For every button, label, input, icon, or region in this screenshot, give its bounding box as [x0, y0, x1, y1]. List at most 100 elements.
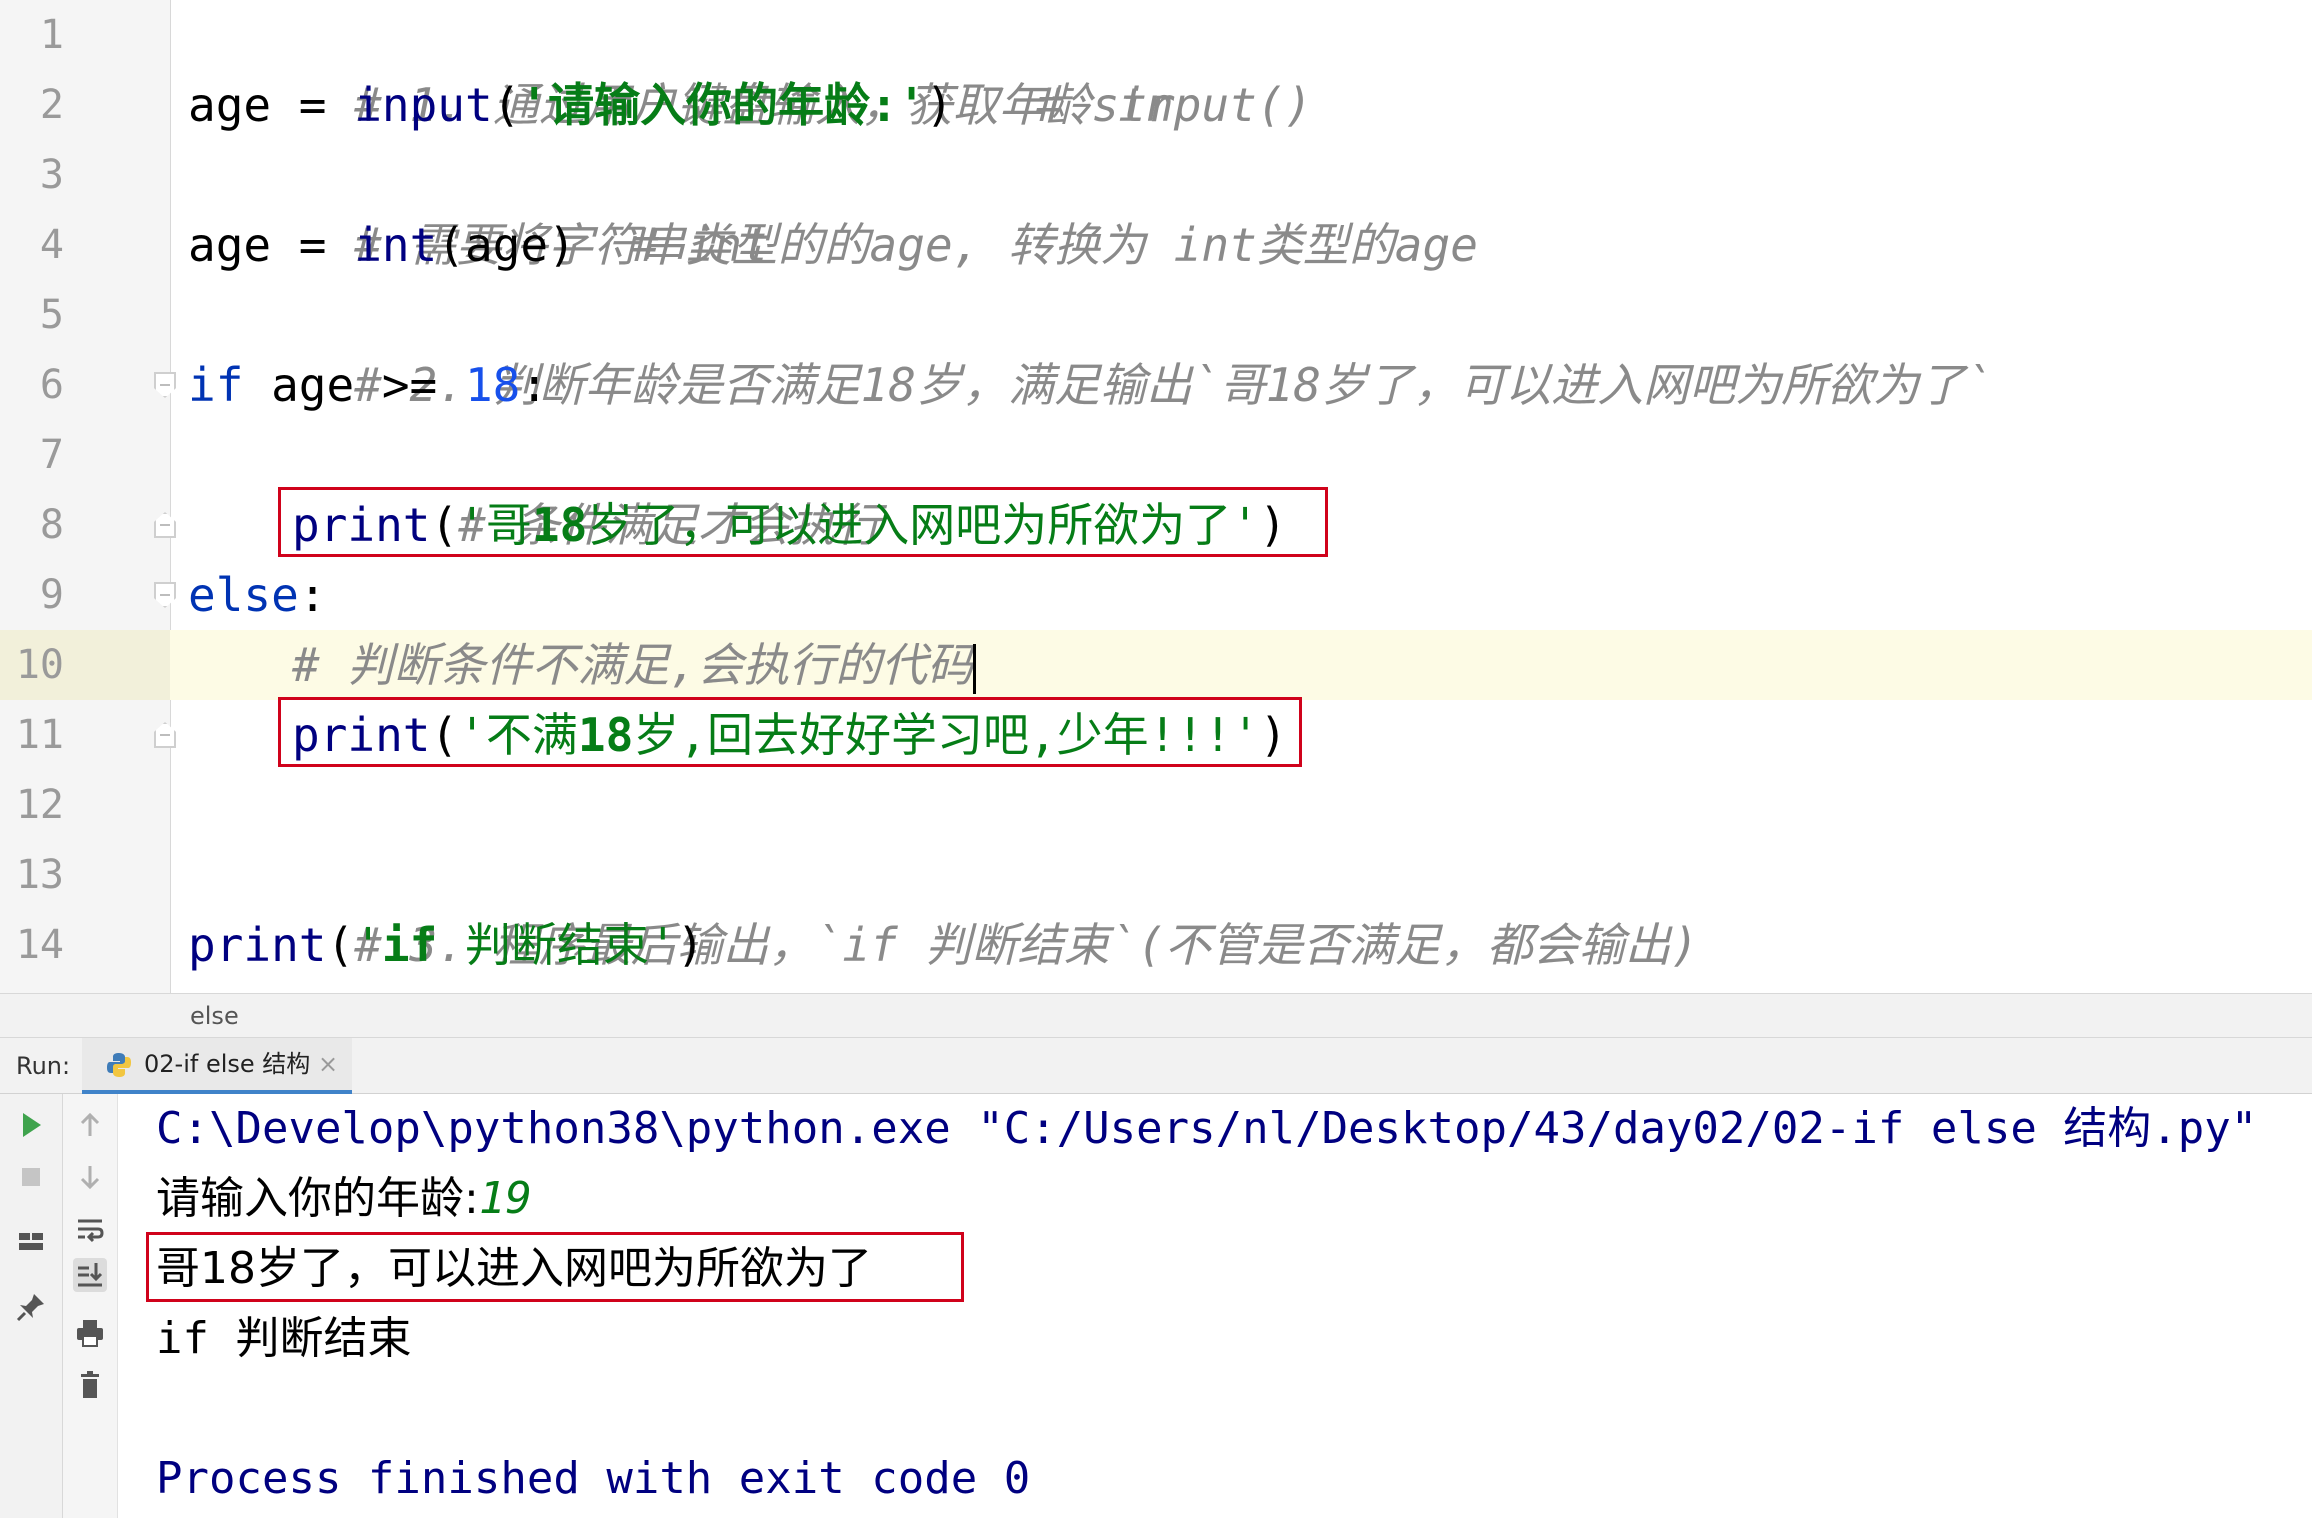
line-number: 9 [39, 572, 64, 618]
builtin-function: input [354, 78, 493, 132]
line-number: 7 [39, 432, 64, 478]
keyword: if [188, 358, 244, 412]
run-tool-window-header: Run: 02-if else 结构 × [0, 1038, 2312, 1094]
stop-icon[interactable] [14, 1160, 48, 1194]
code-line-12[interactable]: 12 [0, 770, 2312, 840]
line-number-cell: 12 [0, 770, 170, 840]
code-line-3[interactable]: 3 # 需要将字符串类型的的age, 转换为 int类型的age [0, 140, 2312, 272]
string-literal: 判断结束' [437, 918, 677, 972]
comment: # 判断条件不满足,会执行的代码 [292, 638, 974, 692]
code-line-5[interactable]: 5 # 2. 判断年龄是否满足18岁，满足输出`哥18岁了，可以进入网吧为所欲为… [0, 280, 2312, 412]
line-number: 6 [39, 362, 64, 408]
line-number: 13 [15, 852, 64, 898]
colon: : [298, 568, 327, 622]
code-text: # 2. 判断年龄是否满足18岁，满足输出`哥18岁了，可以进入网吧为所欲为了` [188, 280, 1993, 412]
line-number: 10 [15, 642, 64, 688]
line-number-cell: 3 [0, 140, 170, 210]
highlight-box-print-adult [278, 487, 1328, 557]
builtin-function: print [188, 918, 327, 972]
paren-close: ) [925, 78, 954, 132]
line-number: 5 [39, 292, 64, 338]
print-icon[interactable] [73, 1316, 107, 1350]
line-number: 14 [15, 922, 64, 968]
code-text: age = input('请输入你的年龄:') # str [188, 70, 1175, 140]
code-line-10[interactable]: 10 # 判断条件不满足,会执行的代码 [0, 630, 2312, 700]
fold-toggle-icon[interactable] [154, 582, 176, 608]
run-tab-label: 02-if else 结构 [144, 1050, 311, 1078]
console-exit-line: Process finished with exit code 0 [156, 1453, 1031, 1504]
run-tab[interactable]: 02-if else 结构 × [82, 1038, 352, 1094]
arrow-up-icon[interactable] [73, 1108, 107, 1142]
breadcrumb[interactable]: else [190, 994, 239, 1039]
code-line-6[interactable]: 6 if age >= 18: [0, 350, 2312, 420]
comment: # str [1036, 78, 1175, 132]
line-number: 8 [39, 502, 64, 548]
scroll-to-end-icon[interactable] [73, 1258, 107, 1292]
string-literal: if [381, 918, 438, 972]
run-toolbar-right [63, 1094, 118, 1518]
code-line-7[interactable]: 7 # 条件满足才会执行 [0, 420, 2312, 552]
number-literal: 18 [464, 358, 521, 412]
close-icon[interactable]: × [318, 1038, 338, 1090]
layout-icon[interactable] [14, 1224, 48, 1258]
code-line-1[interactable]: 1 # 1. 通过用户键盘输入，获取年龄 input() [0, 0, 2312, 132]
paren-close: ) [676, 918, 705, 972]
play-icon[interactable] [14, 1108, 48, 1142]
code-text: # 需要将字符串类型的的age, 转换为 int类型的age [188, 140, 1478, 272]
line-number-cell: 2 [0, 70, 170, 140]
line-number: 12 [15, 782, 64, 828]
console-prompt-line: 请输入你的年龄:19 [156, 1164, 532, 1234]
call-args: (age) [437, 218, 576, 272]
code-line-2[interactable]: 2 age = input('请输入你的年龄:') # str [0, 70, 2312, 140]
fold-end-icon[interactable] [154, 512, 176, 538]
highlight-box-console-result [146, 1232, 964, 1302]
fold-end-icon[interactable] [154, 722, 176, 748]
soft-wrap-icon[interactable] [73, 1212, 107, 1246]
code-editor[interactable]: 1 # 1. 通过用户键盘输入，获取年龄 input() 2 age = inp… [0, 0, 2312, 993]
code-text: if age >= 18: [188, 350, 548, 420]
run-console[interactable]: C:\Develop\python38\python.exe "C:/Users… [0, 1094, 2312, 1518]
arrow-down-icon[interactable] [73, 1160, 107, 1194]
line-number: 11 [15, 712, 64, 758]
line-number-cell: 6 [0, 350, 176, 420]
keyword: else [188, 568, 299, 622]
code-text: else: [188, 560, 326, 630]
line-number: 2 [39, 82, 64, 128]
code-line-4[interactable]: 4 age = int(age) # int [0, 210, 2312, 280]
variable: age [188, 218, 272, 272]
code-text: # 条件满足才会执行 [292, 420, 881, 552]
paren-open: ( [492, 78, 521, 132]
line-number-cell: 10 [0, 630, 170, 700]
line-number-cell: 4 [0, 210, 170, 280]
breadcrumb-bar: else [0, 993, 2312, 1038]
operator: = [271, 218, 355, 272]
console-command-line: C:\Develop\python38\python.exe "C:/Users… [156, 1103, 2258, 1154]
line-number-cell: 14 [0, 910, 170, 980]
trash-icon[interactable] [73, 1368, 107, 1402]
operator: = [271, 78, 355, 132]
line-number-cell: 13 [0, 840, 170, 910]
console-user-input: 19 [478, 1173, 532, 1224]
builtin-function: int [354, 218, 438, 272]
code-line-14[interactable]: 14 print('if 判断结束') [0, 910, 2312, 980]
console-prompt: 请输入你的年龄: [156, 1173, 479, 1224]
line-number-cell: 7 [0, 420, 170, 490]
code-text: print('if 判断结束') [188, 910, 704, 980]
console-final-line: if 判断结束 [156, 1313, 412, 1364]
code-text: # 判断条件不满足,会执行的代码 [292, 630, 977, 700]
line-number: 4 [39, 222, 64, 268]
paren-open: ( [326, 918, 355, 972]
code-text: age = int(age) # int [188, 210, 770, 280]
code-line-13[interactable]: 13 # 3. 程序最后输出，`if 判断结束`(不管是否满足，都会输出) [0, 840, 2312, 972]
code-line-9[interactable]: 9 else: [0, 560, 2312, 630]
python-icon [107, 1053, 131, 1077]
code-text: # 1. 通过用户键盘输入，获取年龄 input() [188, 0, 1312, 132]
string-literal: '请输入你的年龄:' [520, 78, 926, 132]
line-number-cell: 9 [0, 560, 176, 630]
fold-toggle-icon[interactable] [154, 372, 176, 398]
run-toolbar-left [0, 1094, 63, 1518]
pin-icon[interactable] [14, 1290, 48, 1324]
line-number: 3 [39, 152, 64, 198]
